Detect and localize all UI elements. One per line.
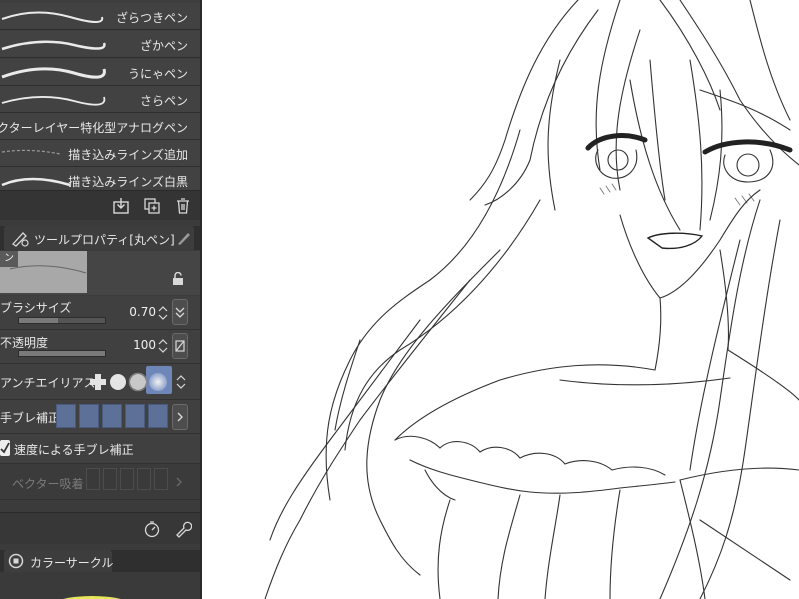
opacity-label: 不透明度: [0, 336, 49, 350]
vector-snap-option-3[interactable]: [120, 468, 134, 490]
vector-snap-option-2[interactable]: [103, 468, 117, 490]
antialias-row: アンチエイリアス: [0, 364, 200, 400]
brush-item-sara[interactable]: さらペン: [0, 86, 200, 113]
brush-item-label: さらペン: [139, 94, 188, 108]
color-circle-header: カラーサークル: [0, 550, 200, 572]
color-circle-title: カラーサークル: [30, 556, 114, 570]
color-circle-tab[interactable]: カラーサークル: [4, 550, 114, 572]
speed-stabilization-checkbox[interactable]: [0, 440, 10, 456]
stabilization-label: 手ブレ補正: [0, 411, 61, 425]
pen-settings-icon: [12, 232, 29, 247]
unlock-icon[interactable]: [171, 272, 185, 286]
line-art-drawing: [264, 0, 799, 599]
brush-item-unya[interactable]: うにゃペン: [0, 59, 200, 86]
stabilization-row: 手ブレ補正: [0, 400, 200, 434]
stabilization-level-4[interactable]: [125, 404, 145, 428]
brush-item-vector-analog[interactable]: ベクターレイヤー特化型アナログペン: [0, 113, 200, 140]
stabilization-next-button[interactable]: [172, 404, 188, 430]
opacity-slider[interactable]: [18, 350, 106, 357]
trash-icon[interactable]: [174, 197, 192, 215]
left-panel: ざらつきペン ざかペン うにゃペン さらペン ベクターレイヤー特化型アナログペン…: [0, 0, 202, 599]
antialias-weak-icon[interactable]: [108, 372, 128, 392]
vector-snap-label: ベクター吸着: [12, 477, 84, 491]
speed-stabilization-label: 速度による手ブレ補正: [14, 443, 134, 457]
tool-timer-icon[interactable]: [143, 520, 161, 538]
opacity-value[interactable]: 100: [133, 338, 156, 352]
preview-tool-name: ン: [0, 251, 18, 267]
antialias-strong-icon[interactable]: [148, 372, 168, 392]
opacity-stepper[interactable]: [158, 337, 168, 355]
brush-size-slider[interactable]: [18, 317, 106, 324]
tool-property-header: ツールプロパティ[丸ペン]: [0, 226, 200, 250]
opacity-effect-button[interactable]: [172, 333, 188, 359]
brush-item-label: ざらつきペン: [115, 11, 188, 25]
vector-snap-option-4[interactable]: [137, 468, 151, 490]
antialias-label: アンチエイリアス: [0, 376, 96, 390]
antialias-medium-icon[interactable]: [128, 372, 148, 392]
speed-stabilization-row: 速度による手ブレ補正: [0, 434, 200, 464]
vector-snap-option-1[interactable]: [86, 468, 100, 490]
duplicate-icon[interactable]: [143, 197, 161, 215]
tool-property-title: ツールプロパティ[丸ペン]: [34, 233, 175, 247]
vector-snap-row: ベクター吸着: [0, 464, 200, 500]
brush-preview-stroke: ン: [0, 251, 87, 293]
brush-size-stepper[interactable]: [158, 304, 168, 322]
wrench-icon[interactable]: [174, 520, 192, 538]
brush-preview: ン: [0, 251, 200, 295]
brush-size-slider-fill: [19, 318, 58, 323]
brush-item-lines-add[interactable]: 描き込みラインズ追加: [0, 140, 200, 167]
antialias-stepper[interactable]: [176, 373, 186, 391]
stabilization-level-1[interactable]: [56, 404, 76, 428]
brush-item-zaratsuki[interactable]: ざらつきペン: [0, 3, 200, 30]
brush-item-label: ざかペン: [139, 39, 188, 53]
brush-size-row: ブラシサイズ 0.70: [0, 296, 200, 330]
color-circle-area[interactable]: [0, 572, 200, 599]
stabilization-level-3[interactable]: [102, 404, 122, 428]
drawing-canvas[interactable]: [202, 0, 799, 599]
brush-item-label: うにゃペン: [127, 67, 188, 81]
stabilization-level-2[interactable]: [79, 404, 99, 428]
brush-list: ざらつきペン ざかペン うにゃペン さらペン ベクターレイヤー特化型アナログペン…: [0, 0, 200, 194]
antialias-none-icon[interactable]: [88, 372, 108, 392]
brush-item-label: ベクターレイヤー特化型アナログペン: [0, 121, 188, 135]
brush-item-label: 描き込みラインズ追加: [68, 148, 188, 162]
brush-size-effect-button[interactable]: [172, 299, 188, 325]
opacity-slider-fill: [19, 351, 105, 356]
color-circle-icon: [8, 553, 24, 569]
brush-item-label: 描き込みラインズ白黒: [68, 175, 188, 189]
pen-icon[interactable]: [176, 230, 192, 246]
brush-size-value[interactable]: 0.70: [129, 305, 156, 319]
brush-item-zaka[interactable]: ざかペン: [0, 31, 200, 58]
opacity-row: 不透明度 100: [0, 330, 200, 364]
import-icon[interactable]: [112, 197, 130, 215]
vector-snap-option-5[interactable]: [154, 468, 168, 490]
tool-property-footer: [0, 512, 200, 544]
brush-list-footer: [0, 190, 200, 220]
brush-size-label: ブラシサイズ: [0, 301, 72, 315]
tool-property-tab[interactable]: ツールプロパティ[丸ペン]: [4, 226, 194, 250]
vector-snap-next-icon[interactable]: [175, 476, 183, 488]
stabilization-level-5[interactable]: [148, 404, 168, 428]
